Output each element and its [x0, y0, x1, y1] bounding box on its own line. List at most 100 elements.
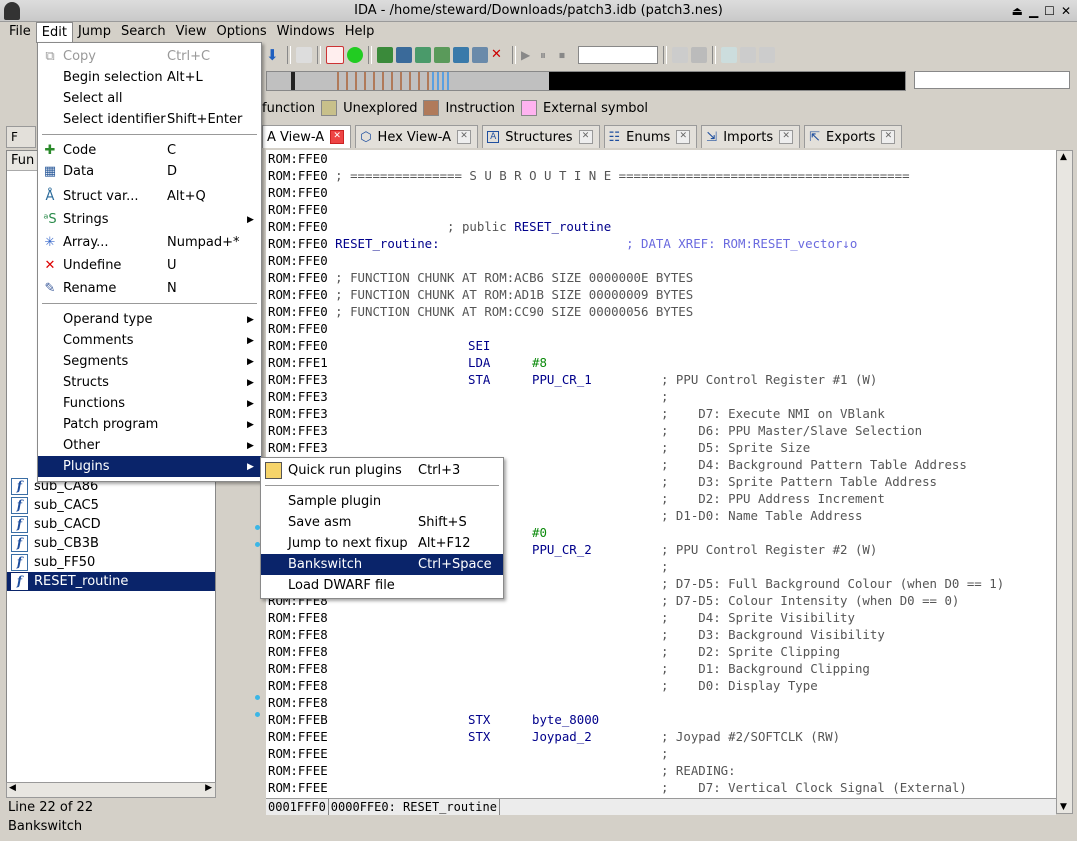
- run-circle-icon[interactable]: [347, 47, 363, 63]
- plugin-item-save-asm[interactable]: Save asm Shift+S: [261, 512, 503, 533]
- tab-exports[interactable]: ⇱ Exports ✕: [804, 125, 903, 148]
- disasm-line[interactable]: ROM:FFE3 ; D5: Sprite Size: [268, 439, 1048, 456]
- menu-help[interactable]: Help: [340, 22, 380, 42]
- tab-hex-view[interactable]: ⬡ Hex View-A ✕: [355, 125, 479, 148]
- disasm-line[interactable]: ROM:FFE3 ; D7: Execute NMI on VBlank: [268, 405, 1048, 422]
- menu-item-begin-selection[interactable]: Begin selection Alt+L: [38, 67, 261, 88]
- tab-structures[interactable]: A Structures ✕: [482, 125, 600, 148]
- disasm-line[interactable]: ROM:FFEE;: [268, 745, 1048, 762]
- maximize-icon[interactable]: ☐: [1044, 3, 1055, 19]
- tab-imports[interactable]: ⇲ Imports ✕: [701, 125, 801, 148]
- menu-item-select-all[interactable]: Select all: [38, 88, 261, 109]
- disasm-line[interactable]: ROM:FFEE ; D7: Vertical Clock Signal (Ext…: [268, 779, 1048, 796]
- menu-item-struct-var[interactable]: Å Struct var... Alt+Q: [38, 186, 261, 207]
- disasm-symbol[interactable]: RESET_routine: [514, 219, 611, 234]
- code-icon[interactable]: [377, 47, 393, 63]
- breakpoints-icon[interactable]: [721, 47, 737, 63]
- plugin-item-jump-to-next-fixup[interactable]: Jump to next fixup Alt+F12: [261, 533, 503, 554]
- minimize-icon[interactable]: ▁: [1029, 3, 1038, 19]
- navigation-band[interactable]: [266, 71, 906, 91]
- step-icon[interactable]: [672, 47, 688, 63]
- disasm-line[interactable]: ROM:FFE0: [268, 201, 328, 218]
- scroll-left-icon[interactable]: ◀: [9, 783, 16, 793]
- disasm-line[interactable]: ROM:FFEE STX Joypad_2 ; Joypad #2/SOFTCLK (…: [268, 728, 1048, 745]
- functions-hscrollbar[interactable]: ◀ ▶: [6, 782, 216, 798]
- close-tab-icon[interactable]: ✕: [457, 130, 472, 144]
- warning-icon[interactable]: [326, 46, 344, 64]
- shade-icon[interactable]: ⏏: [1012, 3, 1023, 19]
- disasm-line[interactable]: ROM:FFEB STX byte_8000: [268, 711, 1048, 728]
- close-tab-icon[interactable]: ✕: [578, 130, 593, 144]
- plugin-item-bankswitch[interactable]: Bankswitch Ctrl+Space: [261, 554, 503, 575]
- function-row[interactable]: f sub_CB3B: [7, 534, 215, 553]
- disasm-line[interactable]: ROM:FFE0: [268, 252, 328, 269]
- menu-item-rename[interactable]: ✎ Rename N: [38, 278, 261, 299]
- function-row[interactable]: f sub_CACD: [7, 515, 215, 534]
- stop-icon[interactable]: ⏹: [559, 47, 575, 63]
- data-icon[interactable]: [396, 47, 412, 63]
- disasm-line[interactable]: ROM:FFE0 ; FUNCTION CHUNK AT ROM:ACB6 SI…: [268, 269, 693, 286]
- menu-item-copy[interactable]: ⧉ Copy Ctrl+C: [38, 46, 261, 67]
- disasm-line[interactable]: ROM:FFE1 LDA #8: [268, 354, 1048, 371]
- disasm-vscrollbar[interactable]: ▲ ▼: [1056, 150, 1073, 814]
- menu-item-operand-type[interactable]: Operand type ▶: [38, 309, 261, 330]
- disasm-line[interactable]: ROM:FFE8: [268, 694, 1048, 711]
- disasm-line[interactable]: ROM:FFE8 ; D4: Sprite Visibility: [268, 609, 1048, 626]
- plugin-item-quick-run-plugins[interactable]: Quick run plugins Ctrl+3: [261, 460, 503, 481]
- refresh-icon[interactable]: [691, 47, 707, 63]
- menu-item-strings[interactable]: ᵃS Strings ▶: [38, 209, 261, 230]
- menu-item-data[interactable]: ▦ Data D: [38, 161, 261, 182]
- pause-icon[interactable]: ⏸: [540, 47, 556, 63]
- close-icon[interactable]: ✕: [1061, 3, 1071, 19]
- menu-item-patch-program[interactable]: Patch program ▶: [38, 414, 261, 435]
- menu-view[interactable]: View: [171, 22, 212, 42]
- menu-item-comments[interactable]: Comments ▶: [38, 330, 261, 351]
- function-row[interactable]: f sub_CAC5: [7, 496, 215, 515]
- menu-options[interactable]: Options: [211, 22, 271, 42]
- menu-jump[interactable]: Jump: [73, 22, 116, 42]
- menu-item-functions[interactable]: Functions ▶: [38, 393, 261, 414]
- disasm-line[interactable]: ROM:FFE0 ; FUNCTION CHUNK AT ROM:CC90 SI…: [268, 303, 693, 320]
- disasm-line[interactable]: ROM:FFE0 ; FUNCTION CHUNK AT ROM:AD1B SI…: [268, 286, 693, 303]
- tab-enums[interactable]: ☷ Enums ✕: [603, 125, 698, 148]
- array-icon[interactable]: [453, 47, 469, 63]
- disasm-line[interactable]: ROM:FFE0: [268, 150, 328, 167]
- functions-tab[interactable]: F: [6, 126, 36, 148]
- disasm-line[interactable]: ROM:FFE3;: [268, 388, 1048, 405]
- menu-search[interactable]: Search: [116, 22, 171, 42]
- disasm-line[interactable]: ROM:FFE0: [268, 184, 328, 201]
- function-row[interactable]: f sub_FF50: [7, 553, 215, 572]
- plugin-item-load-dwarf-file[interactable]: Load DWARF file: [261, 575, 503, 596]
- close-tab-icon[interactable]: ✕: [881, 130, 896, 144]
- disasm-line[interactable]: ROM:FFE8 ; D1: Background Clipping: [268, 660, 1048, 677]
- add-bp-icon[interactable]: [740, 47, 756, 63]
- nav-select[interactable]: [914, 71, 1070, 89]
- menu-item-structs[interactable]: Structs ▶: [38, 372, 261, 393]
- disasm-line[interactable]: ROM:FFE8 ; D0: Display Type: [268, 677, 1048, 694]
- menu-item-plugins[interactable]: Plugins ▶: [38, 456, 261, 477]
- disasm-line[interactable]: ROM:FFE8 ; D2: Sprite Clipping: [268, 643, 1048, 660]
- scroll-up-icon[interactable]: ▲: [1060, 152, 1067, 162]
- tab-ida-view[interactable]: A View-A ✕: [262, 125, 352, 148]
- disasm-line[interactable]: ROM:FFE0: [268, 320, 328, 337]
- menu-item-select-identifier[interactable]: Select identifier Shift+Enter: [38, 109, 261, 130]
- disasm-line[interactable]: ROM:FFE8 ; D3: Background Visibility: [268, 626, 1048, 643]
- del-bp-icon[interactable]: [759, 47, 775, 63]
- scroll-down-icon[interactable]: ▼: [1060, 802, 1067, 812]
- disasm-line[interactable]: ROM:FFE0 ; public RESET_routine: [268, 218, 611, 235]
- menu-item-other[interactable]: Other ▶: [38, 435, 261, 456]
- menu-item-array[interactable]: ✳ Array... Numpad+*: [38, 232, 261, 253]
- undefine-icon[interactable]: ✕: [491, 47, 507, 63]
- close-tab-icon[interactable]: ✕: [676, 130, 691, 144]
- debugger-select[interactable]: [578, 46, 658, 64]
- function-row-selected[interactable]: f RESET_routine: [7, 572, 215, 591]
- disasm-line[interactable]: ROM:FFE0 SEI: [268, 337, 1048, 354]
- menu-item-code[interactable]: ✚ Code C: [38, 140, 261, 161]
- close-tab-icon[interactable]: ✕: [779, 130, 794, 144]
- menu-item-segments[interactable]: Segments ▶: [38, 351, 261, 372]
- play-icon[interactable]: ▶: [521, 47, 537, 63]
- struct-var-icon[interactable]: [415, 47, 431, 63]
- strings-icon[interactable]: [434, 47, 450, 63]
- disasm-line[interactable]: ROM:FFE0 ; =============== S U B R O U T…: [268, 167, 910, 184]
- rename-icon[interactable]: [472, 47, 488, 63]
